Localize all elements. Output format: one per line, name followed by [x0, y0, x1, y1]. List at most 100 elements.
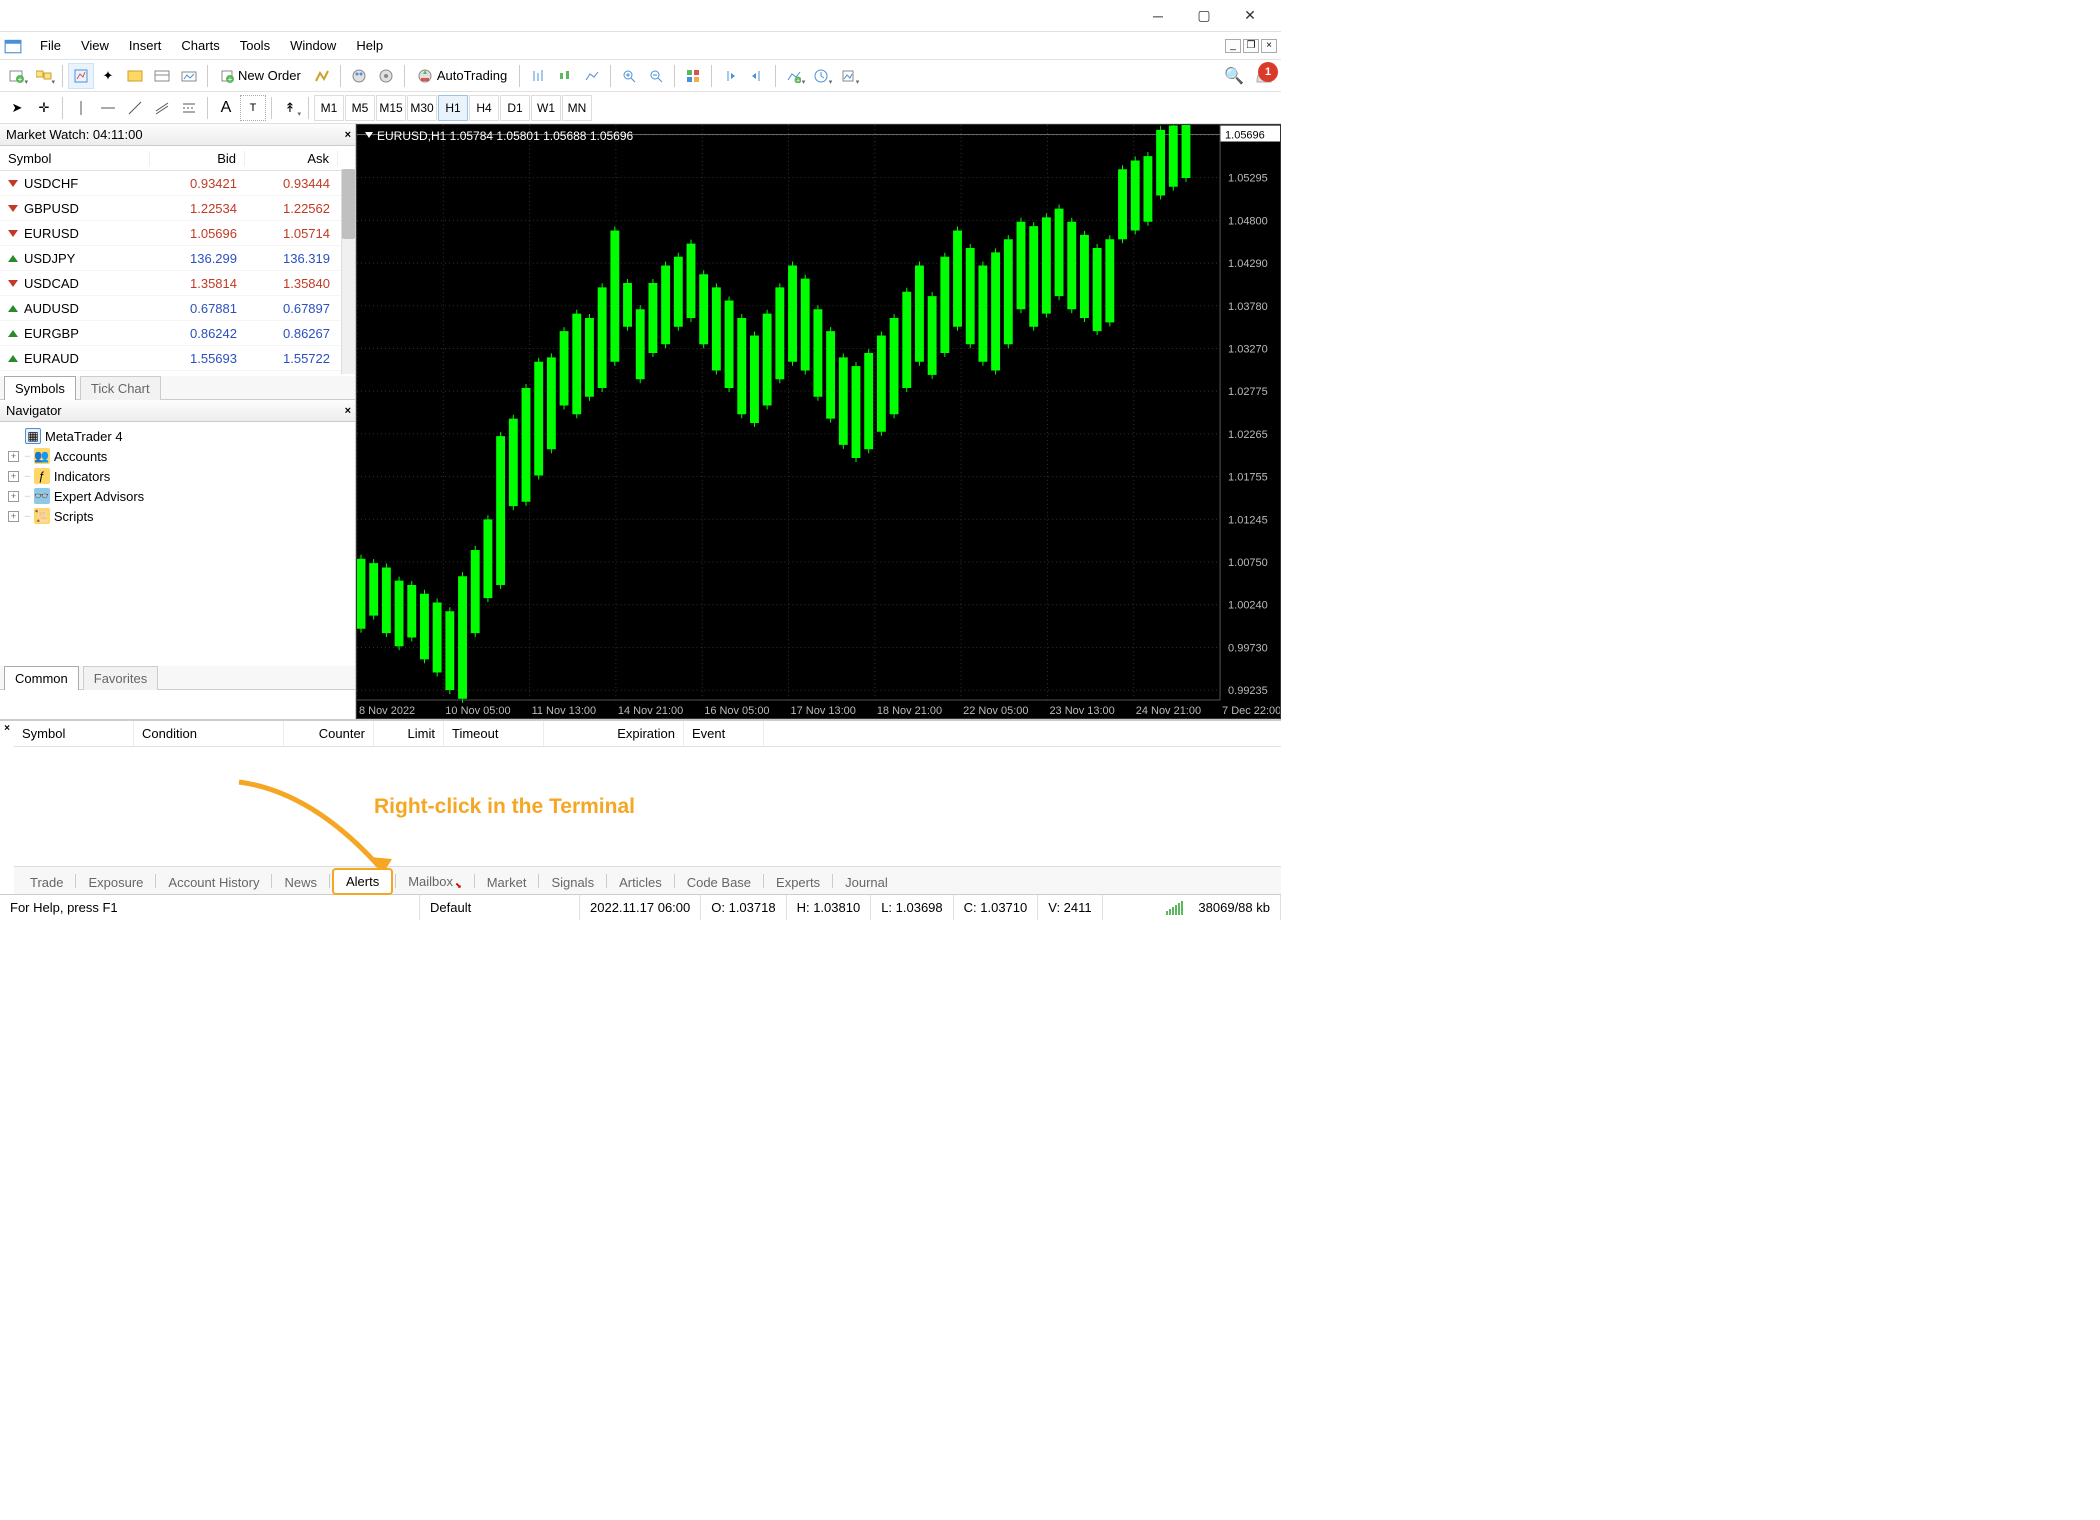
- terminal-tab-trade[interactable]: Trade: [20, 870, 73, 895]
- ea-options-button[interactable]: [373, 63, 399, 89]
- terminal-tab-journal[interactable]: Journal: [835, 870, 898, 895]
- equidistant-button[interactable]: [149, 95, 175, 121]
- new-order-button[interactable]: +New Order: [213, 63, 308, 89]
- market-watch-row[interactable]: GBPUSD1.225341.22562: [0, 196, 355, 221]
- window-maximize-button[interactable]: ▢: [1181, 0, 1227, 31]
- fibonacci-button[interactable]: [176, 95, 202, 121]
- menu-file[interactable]: File: [30, 34, 71, 57]
- bar-chart-button[interactable]: [525, 63, 551, 89]
- terminal-tab-exposure[interactable]: Exposure: [78, 870, 153, 895]
- line-chart-button[interactable]: [579, 63, 605, 89]
- tab-favorites[interactable]: Favorites: [83, 666, 158, 690]
- terminal-tab-news[interactable]: News: [274, 870, 327, 895]
- metaquotes-button[interactable]: [309, 63, 335, 89]
- timeframe-m30[interactable]: M30: [407, 95, 437, 121]
- profiles-button[interactable]: ▾: [31, 63, 57, 89]
- strategy-tester-button[interactable]: [176, 63, 202, 89]
- text-label-button[interactable]: T: [240, 95, 266, 121]
- search-button[interactable]: 🔍: [1221, 63, 1247, 89]
- terminal-close-button[interactable]: × Terminal: [0, 721, 14, 894]
- timeframe-w1[interactable]: W1: [531, 95, 561, 121]
- market-watch-scrollbar[interactable]: [341, 169, 355, 374]
- mdi-restore-button[interactable]: ❐: [1243, 39, 1259, 53]
- window-minimize-button[interactable]: ─: [1135, 0, 1181, 31]
- timeframe-mn[interactable]: MN: [562, 95, 592, 121]
- timeframe-m1[interactable]: M1: [314, 95, 344, 121]
- data-window-button[interactable]: ✦: [95, 63, 121, 89]
- nav-expert-advisors[interactable]: +┈👓Expert Advisors: [2, 486, 353, 506]
- terminal-tab-mailbox[interactable]: Mailbox⬊: [398, 869, 472, 895]
- nav-scripts[interactable]: +┈📜Scripts: [2, 506, 353, 526]
- navigator-close-button[interactable]: ×: [345, 405, 351, 417]
- terminal-tab-experts[interactable]: Experts: [766, 870, 830, 895]
- expand-icon[interactable]: +: [8, 471, 19, 482]
- window-close-button[interactable]: ✕: [1227, 0, 1273, 31]
- notifications-button[interactable]: 1: [1251, 63, 1277, 89]
- menu-tools[interactable]: Tools: [230, 34, 280, 57]
- terminal-button[interactable]: [149, 63, 175, 89]
- terminal-tab-market[interactable]: Market: [477, 870, 537, 895]
- terminal-content[interactable]: Right-click in the Terminal: [14, 747, 1281, 866]
- market-watch-row[interactable]: USDCHF0.934210.93444: [0, 171, 355, 196]
- terminal-col-condition[interactable]: Condition: [134, 721, 284, 746]
- new-chart-button[interactable]: +▾: [4, 63, 30, 89]
- terminal-col-limit[interactable]: Limit: [374, 721, 444, 746]
- expand-icon[interactable]: +: [8, 451, 19, 462]
- zoom-in-button[interactable]: [616, 63, 642, 89]
- expand-icon[interactable]: +: [8, 511, 19, 522]
- terminal-col-timeout[interactable]: Timeout: [444, 721, 544, 746]
- arrows-button[interactable]: ↟▾: [277, 95, 303, 121]
- trendline-button[interactable]: [122, 95, 148, 121]
- market-watch-row[interactable]: EURUSD1.056961.05714: [0, 221, 355, 246]
- tab-symbols[interactable]: Symbols: [4, 376, 76, 400]
- terminal-tab-articles[interactable]: Articles: [609, 870, 672, 895]
- nav-accounts[interactable]: +┈👥Accounts: [2, 446, 353, 466]
- expert-advisors-button[interactable]: [346, 63, 372, 89]
- navigator-button[interactable]: [122, 63, 148, 89]
- terminal-col-event[interactable]: Event: [684, 721, 764, 746]
- terminal-tab-code-base[interactable]: Code Base: [677, 870, 761, 895]
- chart-area[interactable]: EURUSD,H1 1.05784 1.05801 1.05688 1.0569…: [356, 124, 1281, 719]
- terminal-tab-signals[interactable]: Signals: [541, 870, 604, 895]
- terminal-tab-account-history[interactable]: Account History: [158, 870, 269, 895]
- mdi-close-button[interactable]: ×: [1261, 39, 1277, 53]
- auto-scroll-button[interactable]: [680, 63, 706, 89]
- timeframe-m5[interactable]: M5: [345, 95, 375, 121]
- nav-indicators[interactable]: +┈ƒIndicators: [2, 466, 353, 486]
- menu-charts[interactable]: Charts: [171, 34, 229, 57]
- crosshair-button[interactable]: ✛: [31, 95, 57, 121]
- horizontal-line-button[interactable]: [95, 95, 121, 121]
- templates-button[interactable]: ▾: [835, 63, 861, 89]
- expand-icon[interactable]: +: [8, 491, 19, 502]
- periods-button[interactable]: ▾: [808, 63, 834, 89]
- terminal-col-symbol[interactable]: Symbol: [14, 721, 134, 746]
- menu-help[interactable]: Help: [346, 34, 393, 57]
- indicators-button[interactable]: +▾: [781, 63, 807, 89]
- candle-chart-button[interactable]: [552, 63, 578, 89]
- timeframe-h1[interactable]: H1: [438, 95, 468, 121]
- mdi-minimize-button[interactable]: _: [1225, 39, 1241, 53]
- nav-root[interactable]: ▦ MetaTrader 4: [2, 426, 353, 446]
- market-watch-row[interactable]: EURAUD1.556931.55722: [0, 346, 355, 371]
- text-button[interactable]: A: [213, 95, 239, 121]
- market-watch-close-button[interactable]: ×: [345, 129, 351, 141]
- market-watch-row[interactable]: USDJPY136.299136.319: [0, 246, 355, 271]
- autotrading-button[interactable]: AutoTrading: [410, 63, 514, 89]
- menu-view[interactable]: View: [71, 34, 119, 57]
- zoom-out-button[interactable]: [643, 63, 669, 89]
- tab-tick-chart[interactable]: Tick Chart: [80, 376, 161, 400]
- market-watch-row[interactable]: EURGBP0.862420.86267: [0, 321, 355, 346]
- terminal-col-expiration[interactable]: Expiration: [544, 721, 684, 746]
- terminal-col-counter[interactable]: Counter: [284, 721, 374, 746]
- timeframe-h4[interactable]: H4: [469, 95, 499, 121]
- cursor-button[interactable]: ➤: [4, 95, 30, 121]
- terminal-tab-alerts[interactable]: Alerts: [332, 868, 393, 895]
- timeframe-m15[interactable]: M15: [376, 95, 406, 121]
- market-watch-button[interactable]: [68, 63, 94, 89]
- status-profile[interactable]: Default: [420, 895, 580, 920]
- chart-shift2-button[interactable]: [744, 63, 770, 89]
- menu-window[interactable]: Window: [280, 34, 346, 57]
- timeframe-d1[interactable]: D1: [500, 95, 530, 121]
- vertical-line-button[interactable]: [68, 95, 94, 121]
- menu-insert[interactable]: Insert: [119, 34, 172, 57]
